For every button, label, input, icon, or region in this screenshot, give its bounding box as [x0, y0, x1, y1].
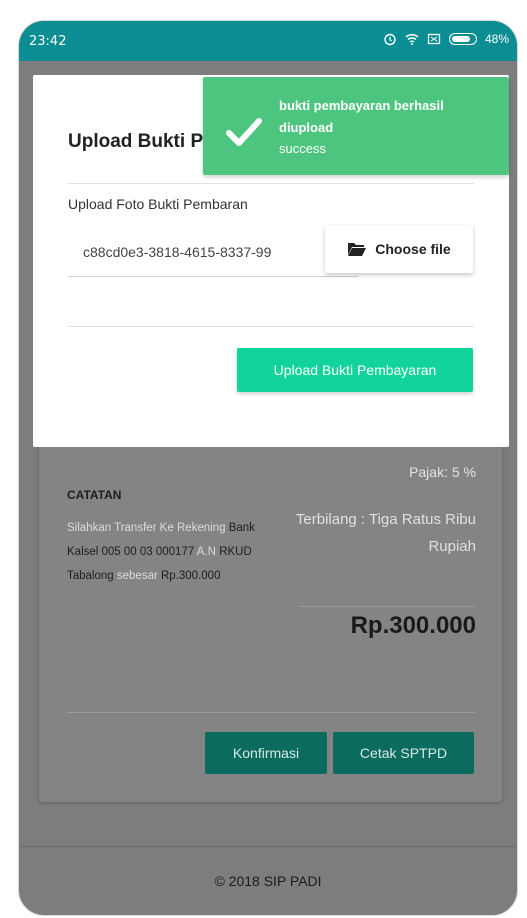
sim-icon: [427, 33, 441, 45]
amount-in-words: Terbilang : Tiga Ratus Ribu Rupiah: [295, 511, 476, 555]
payment-card: Pajak: 5 % CATATAN Silahkan Transfer Ke …: [39, 416, 502, 802]
alarm-icon: [384, 33, 396, 46]
toast-status: success: [279, 141, 326, 156]
total-amount: Rp.300.000: [350, 612, 476, 639]
confirm-button[interactable]: Konfirmasi: [205, 732, 327, 774]
footer-divider: [19, 846, 517, 847]
checkmark-icon: [226, 118, 262, 146]
folder-open-icon: [348, 243, 367, 256]
battery-icon: [448, 33, 477, 45]
divider: [299, 606, 476, 607]
phone-frame: 23:42 48% Pajak: 5 % CATATAN Silahkan Tr…: [18, 20, 518, 916]
modal-divider: [68, 183, 474, 184]
upload-proof-button[interactable]: Upload Bukti Pembayaran: [237, 348, 473, 392]
status-bar: 23:42 48%: [19, 21, 517, 61]
note-text: Silahkan Transfer Ke Rekening: [67, 522, 229, 534]
choose-file-label: Choose file: [375, 241, 451, 257]
upload-field-label: Upload Foto Bukti Pembaran: [68, 196, 248, 212]
file-name-field[interactable]: c88cd0e3-3818-4615-8337-99: [68, 229, 358, 277]
transfer-note: Silahkan Transfer Ke Rekening Bank Kalse…: [67, 516, 267, 588]
battery-level: 48%: [484, 32, 509, 46]
print-sptpd-button[interactable]: Cetak SPTPD: [333, 732, 474, 774]
choose-file-button[interactable]: Choose file: [325, 225, 473, 273]
notes-heading: CATATAN: [67, 488, 122, 502]
wifi-icon: [405, 33, 419, 45]
modal-divider: [68, 326, 474, 327]
note-text: A.N: [194, 546, 220, 558]
tax-rate: Pajak: 5 %: [409, 464, 476, 480]
footer: © 2018 SIP PADI: [214, 873, 322, 889]
note-amount: Rp.300.000: [161, 570, 221, 582]
status-time: 23:42: [29, 34, 67, 49]
toast-message: bukti pembayaran berhasil diupload: [279, 98, 444, 135]
success-toast[interactable]: bukti pembayaran berhasil diupload succe…: [203, 77, 509, 175]
divider: [67, 712, 476, 713]
status-icons: 48%: [383, 32, 509, 46]
note-text: sebesar: [113, 570, 161, 582]
